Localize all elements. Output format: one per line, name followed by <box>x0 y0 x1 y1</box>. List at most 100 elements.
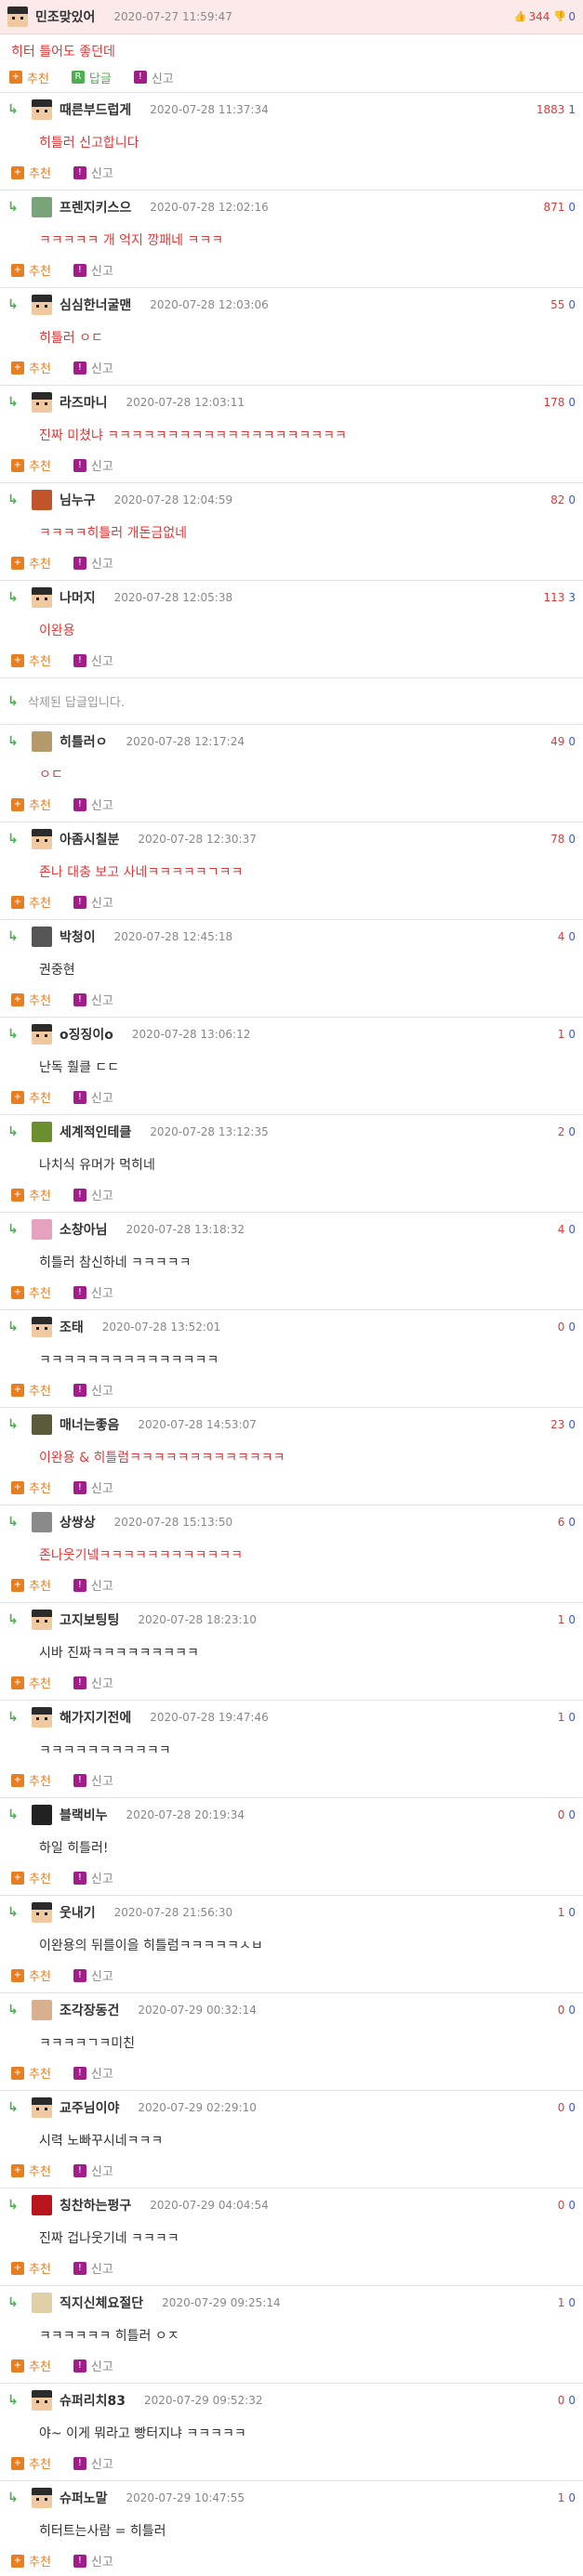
report-button[interactable]: ! 신고 <box>73 1283 113 1301</box>
avatar[interactable] <box>32 1512 52 1532</box>
recommend-button[interactable]: + 추천 <box>11 1088 51 1106</box>
downvote-count[interactable]: 0 <box>568 2004 576 2017</box>
upvote-count[interactable]: 1 <box>558 2296 565 2309</box>
recommend-button[interactable]: + 추천 <box>11 164 51 181</box>
nickname[interactable]: 상쌍상 <box>60 1513 96 1531</box>
nickname[interactable]: 블랙비누 <box>60 1806 108 1824</box>
upvote-count[interactable]: 0 <box>558 2199 565 2212</box>
nickname[interactable]: 고지보팅팅 <box>60 1610 119 1629</box>
downvote-count[interactable]: 0 <box>568 2101 576 2114</box>
recommend-button[interactable]: + 추천 <box>11 1966 51 1984</box>
avatar[interactable] <box>32 731 52 752</box>
report-button[interactable]: ! 신고 <box>73 164 113 181</box>
downvote-count[interactable]: 0 <box>568 930 576 943</box>
downvote-count[interactable]: 0 <box>568 2394 576 2407</box>
downvote-count[interactable]: 0 <box>568 1321 576 1334</box>
report-button[interactable]: ! 신고 <box>73 456 113 474</box>
nickname[interactable]: 님누구 <box>60 491 96 509</box>
report-button[interactable]: ! 신고 <box>73 1869 113 1886</box>
recommend-button[interactable]: + 추천 <box>11 1576 51 1594</box>
downvote-count[interactable]: 0 <box>568 2296 576 2309</box>
avatar[interactable] <box>32 1219 52 1240</box>
thumbs-up-icon[interactable]: 👍 <box>513 11 526 22</box>
report-button[interactable]: ! 신고 <box>73 554 113 572</box>
report-button[interactable]: ! 신고 <box>73 795 113 813</box>
avatar[interactable] <box>32 2097 52 2118</box>
downvote-count[interactable]: 0 <box>568 1223 576 1236</box>
upvote-count[interactable]: 4 <box>558 1223 565 1236</box>
avatar[interactable] <box>32 1805 52 1825</box>
upvote-count[interactable]: 1 <box>558 1711 565 1724</box>
nickname[interactable]: 슈퍼리치83 <box>60 2391 126 2410</box>
downvote-count[interactable]: 0 <box>568 1418 576 1431</box>
report-button[interactable]: ! 신고 <box>73 261 113 279</box>
upvote-count[interactable]: 1 <box>558 1028 565 1041</box>
upvote-count[interactable]: 4 <box>558 930 565 943</box>
recommend-button[interactable]: + 추천 <box>11 1869 51 1886</box>
upvote-count[interactable]: 1 <box>558 1613 565 1626</box>
upvote-count[interactable]: 871 <box>543 201 564 214</box>
upvote-count[interactable]: 113 <box>543 591 564 604</box>
report-button[interactable]: ! 신고 <box>73 1771 113 1789</box>
downvote-count[interactable]: 0 <box>568 1906 576 1919</box>
downvote-count[interactable]: 0 <box>568 2491 576 2504</box>
avatar[interactable] <box>32 829 52 849</box>
recommend-button[interactable]: + 추천 <box>11 1186 51 1203</box>
recommend-button[interactable]: + 추천 <box>11 1381 51 1399</box>
avatar[interactable] <box>32 927 52 947</box>
downvote-count[interactable]: 0 <box>568 1808 576 1821</box>
downvote-count[interactable]: 0 <box>568 1028 576 1041</box>
upvote-count[interactable]: 6 <box>558 1516 565 1529</box>
upvote-count[interactable]: 1 <box>558 2491 565 2504</box>
nickname[interactable]: 나머지 <box>60 588 96 607</box>
avatar[interactable] <box>32 2488 52 2508</box>
report-button[interactable]: ! 신고 <box>73 1186 113 1203</box>
nickname[interactable]: 때른부드럽게 <box>60 100 131 119</box>
downvote-count[interactable]: 0 <box>568 833 576 846</box>
report-button[interactable]: ! 신고 <box>73 2064 113 2082</box>
downvote-count[interactable]: 0 <box>568 396 576 409</box>
upvote-count[interactable]: 0 <box>558 2101 565 2114</box>
avatar[interactable] <box>32 1122 52 1142</box>
report-button[interactable]: ! 신고 <box>73 991 113 1008</box>
nickname[interactable]: 슈퍼노말 <box>60 2489 108 2507</box>
upvote-count[interactable]: 78 <box>550 833 564 846</box>
report-button[interactable]: ! 신고 <box>73 1381 113 1399</box>
avatar[interactable] <box>32 490 52 510</box>
nickname[interactable]: 웃내기 <box>60 1903 96 1922</box>
avatar[interactable] <box>32 2390 52 2411</box>
downvote-count[interactable]: 0 <box>568 1516 576 1529</box>
downvote-count[interactable]: 3 <box>568 591 576 604</box>
report-button[interactable]: ! 신고 <box>73 1088 113 1106</box>
recommend-button[interactable]: + 추천 <box>9 69 49 86</box>
upvote-count[interactable]: 55 <box>550 298 564 311</box>
report-button[interactable]: ! 신고 <box>133 69 174 86</box>
upvote-count[interactable]: 23 <box>550 1418 564 1431</box>
avatar[interactable] <box>32 1707 52 1728</box>
downvote-count[interactable]: 0 <box>568 2199 576 2212</box>
nickname[interactable]: 칭찬하는펑구 <box>60 2196 131 2215</box>
upvote-count[interactable]: 0 <box>558 1808 565 1821</box>
recommend-button[interactable]: + 추천 <box>11 2259 51 2277</box>
upvote-count[interactable]: 1 <box>558 1906 565 1919</box>
upvote-count[interactable]: 2 <box>558 1125 565 1138</box>
recommend-button[interactable]: + 추천 <box>11 554 51 572</box>
avatar[interactable] <box>32 197 52 217</box>
avatar[interactable] <box>32 1317 52 1337</box>
report-button[interactable]: ! 신고 <box>73 651 113 669</box>
recommend-button[interactable]: + 추천 <box>11 2552 51 2569</box>
recommend-button[interactable]: + 추천 <box>11 795 51 813</box>
report-button[interactable]: ! 신고 <box>73 2162 113 2179</box>
nickname[interactable]: 조태 <box>60 1318 84 1336</box>
upvote-count[interactable]: 82 <box>550 493 564 506</box>
report-button[interactable]: ! 신고 <box>73 2454 113 2472</box>
nickname[interactable]: 직지신체요절단 <box>60 2293 143 2312</box>
nickname[interactable]: 프렌지키스으 <box>60 198 131 217</box>
recommend-button[interactable]: + 추천 <box>11 261 51 279</box>
downvote-count[interactable]: 0 <box>568 735 576 748</box>
downvote-count[interactable]: 0 <box>568 298 576 311</box>
thumbs-down-icon[interactable]: 👎 <box>553 11 566 22</box>
nickname[interactable]: 세계적인테클 <box>60 1123 131 1141</box>
upvote-count[interactable]: 178 <box>543 396 564 409</box>
avatar[interactable] <box>32 1610 52 1630</box>
